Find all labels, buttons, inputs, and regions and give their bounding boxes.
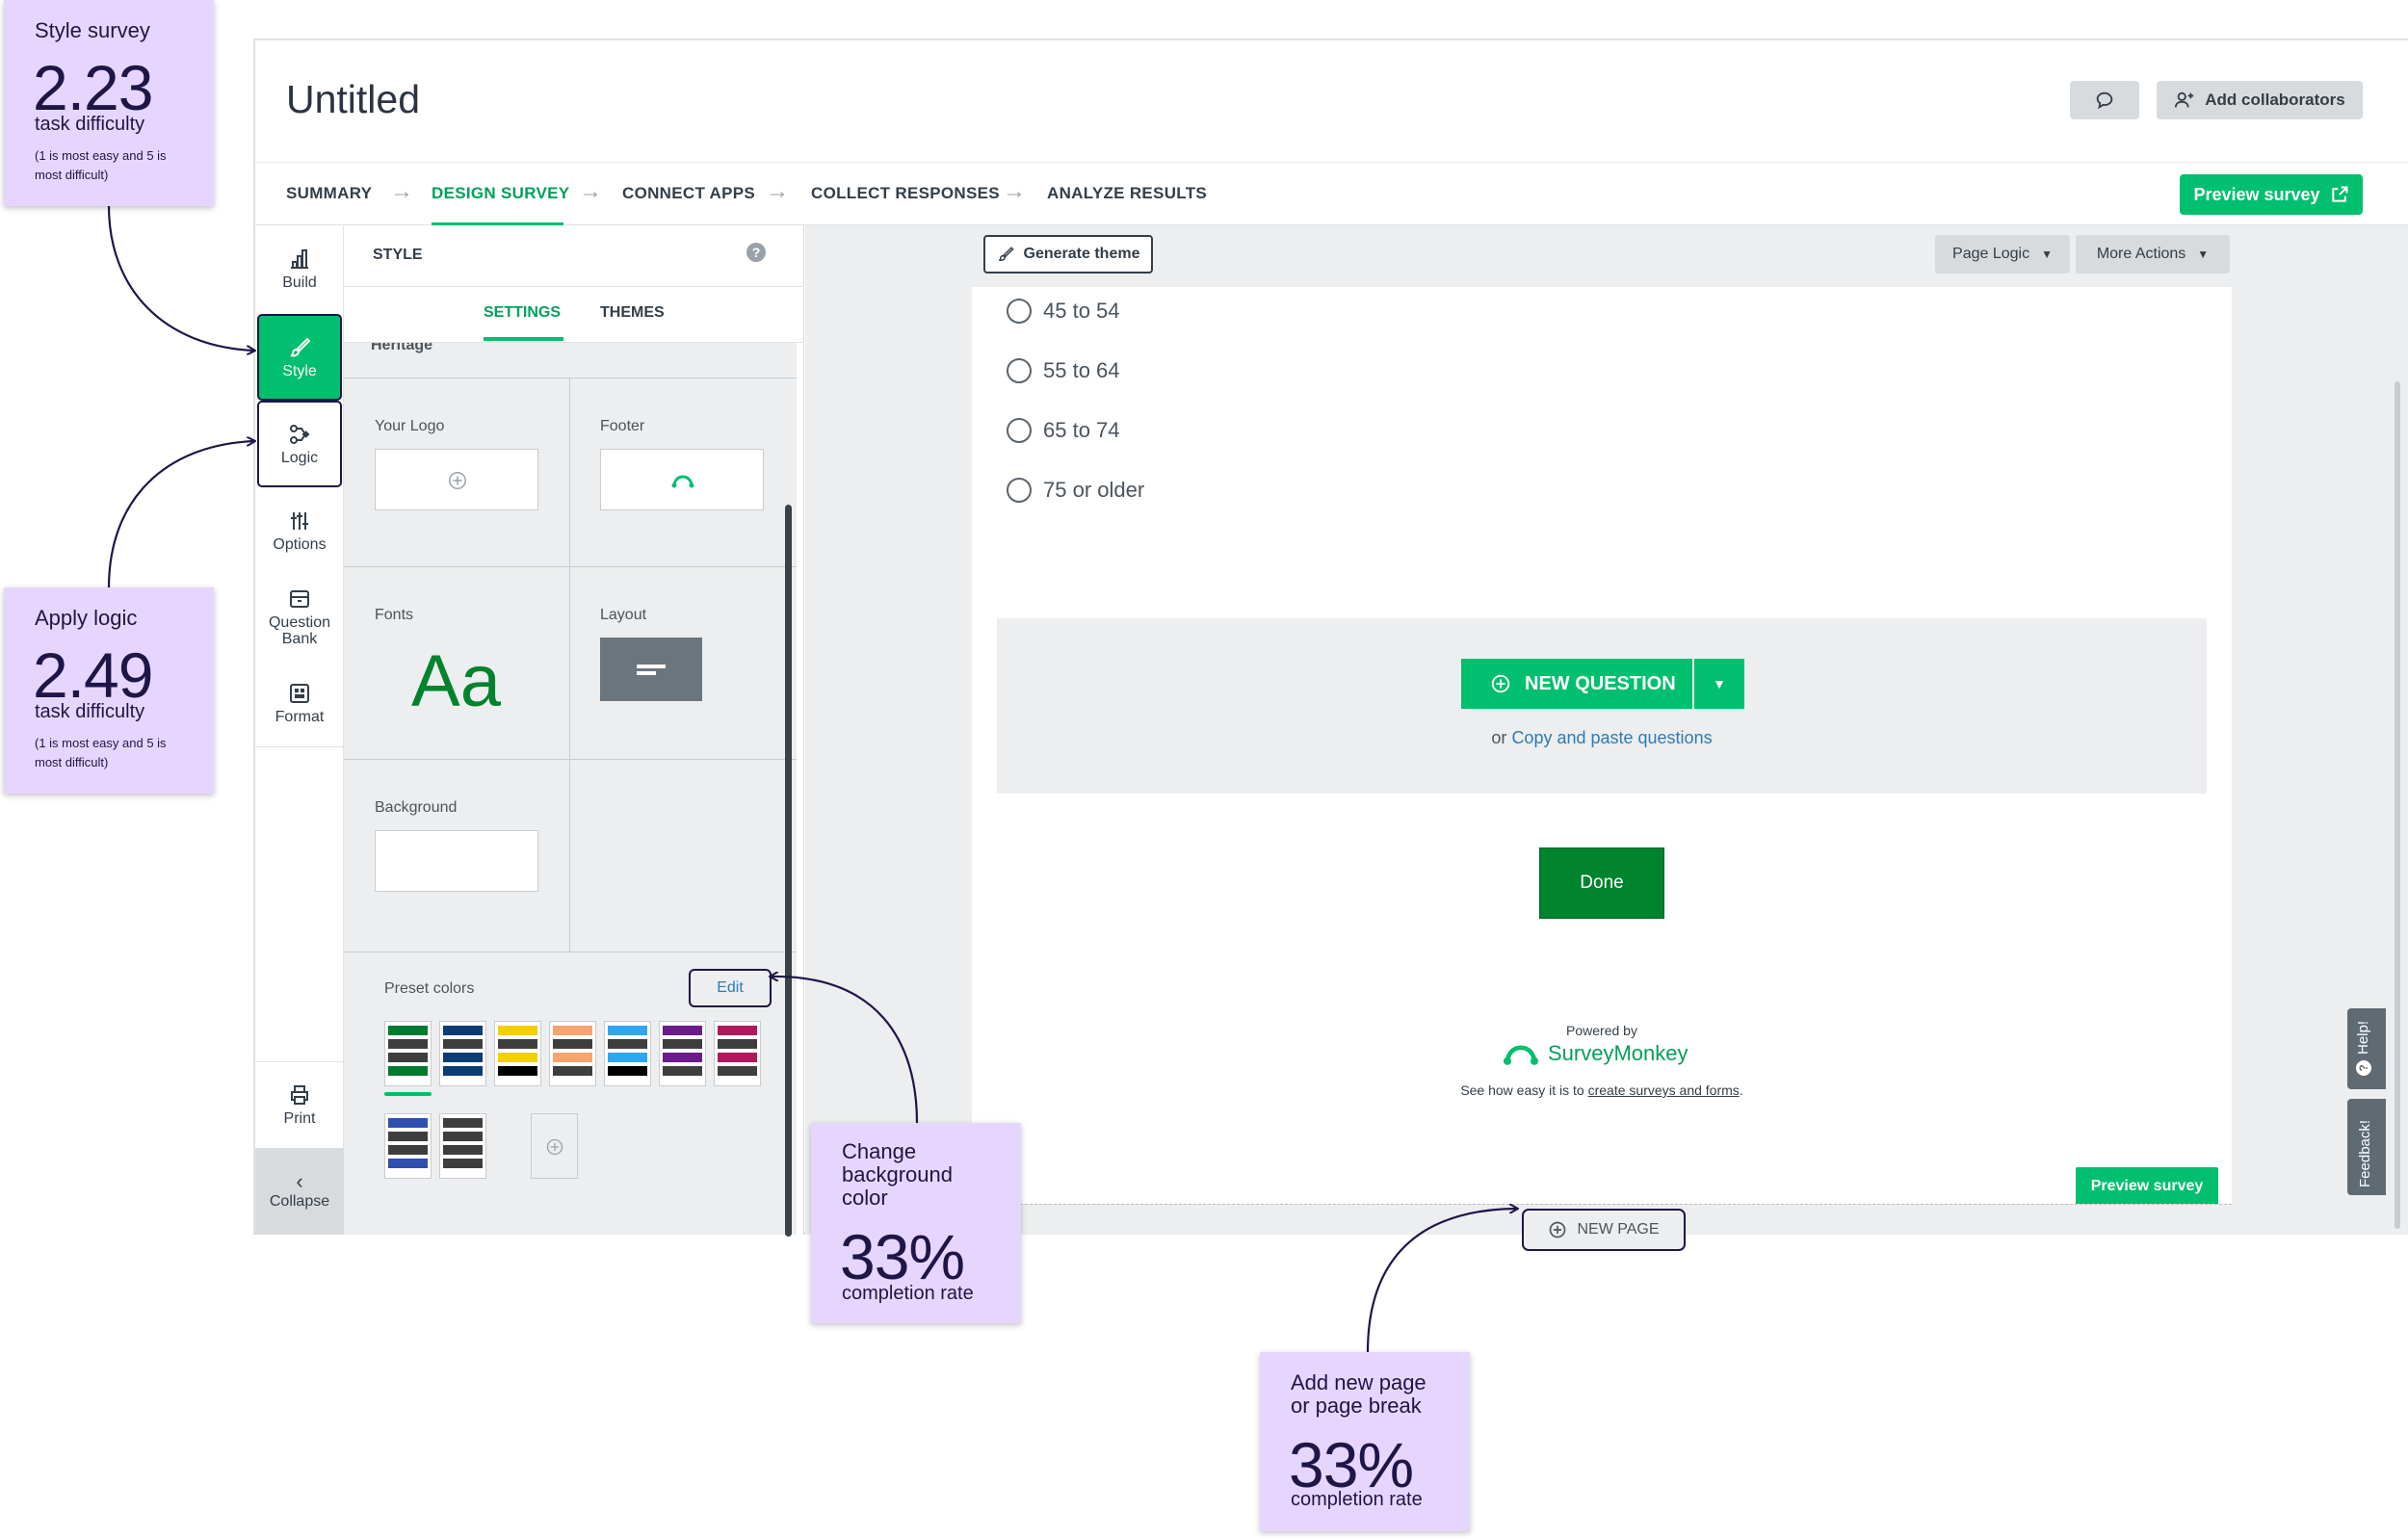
annotation-note: (1 is most easy and 5 is most difficult) (35, 148, 167, 182)
annotation-arrows (107, 205, 2408, 1353)
annotation-title-line1: Add new page (1291, 1370, 1426, 1395)
annotation-change-background: Change background color 33% completion r… (811, 1123, 1021, 1323)
annotation-value: 2.23 (33, 52, 153, 123)
annotation-title-line3: color (842, 1186, 888, 1210)
annotation-title: Style survey (35, 18, 150, 42)
logic-arrow (107, 441, 254, 588)
annotation-apply-logic: Apply logic 2.49 task difficulty (1 is m… (4, 587, 214, 794)
annotation-label: completion rate (842, 1283, 974, 1304)
annotation-new-page: Add new page or page break 33% completio… (1260, 1352, 1470, 1531)
annotation-title: Apply logic (35, 606, 138, 630)
annotation-label: task difficulty (35, 114, 145, 135)
annotation-label: completion rate (1291, 1489, 1423, 1510)
annotation-value: 33% (840, 1221, 965, 1292)
annotation-value: 2.49 (33, 639, 153, 711)
annotation-style-survey: Style survey 2.23 task difficulty (1 is … (4, 0, 214, 206)
newpage-arrow (1366, 1209, 1517, 1353)
annotation-title-line2: or page break (1291, 1394, 1422, 1418)
annotation-title-line1: Change (842, 1139, 917, 1163)
annotation-title-line2: background (842, 1162, 953, 1186)
annotation-label: task difficulty (35, 701, 145, 722)
annotation-value: 33% (1289, 1429, 1414, 1500)
annotation-note: (1 is most easy and 5 is most difficult) (35, 736, 167, 769)
background-arrow (771, 977, 919, 1124)
style-arrow (107, 205, 254, 351)
